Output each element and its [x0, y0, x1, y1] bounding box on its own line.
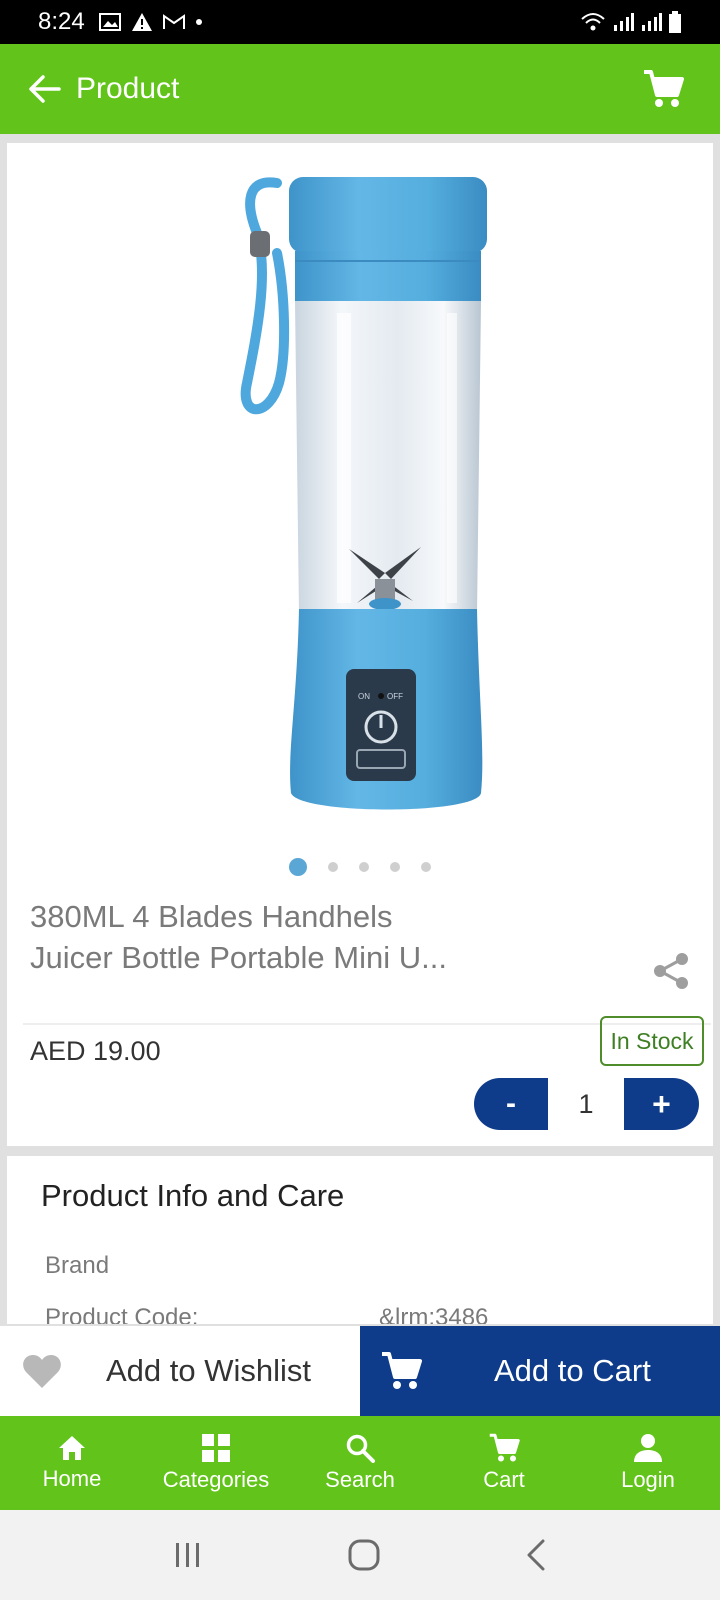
pager-dot-5[interactable] — [421, 862, 431, 872]
person-icon — [634, 1434, 662, 1462]
product-title-line1: 380ML 4 Blades Handhels — [30, 899, 393, 934]
product-card: ON OFF — [7, 143, 713, 1146]
bottom-navigation: Home Categories Search Cart Login — [0, 1416, 720, 1510]
wifi-icon — [581, 13, 605, 31]
nav-item-cart[interactable]: Cart — [432, 1416, 576, 1510]
warning-icon — [131, 13, 152, 31]
svg-text:ON: ON — [358, 692, 370, 701]
nav-label-login: Login — [621, 1467, 675, 1492]
svg-text:OFF: OFF — [387, 692, 403, 701]
search-icon — [346, 1434, 375, 1463]
nav-label-home: Home — [42, 1466, 102, 1491]
info-heading: Product Info and Care — [41, 1178, 345, 1213]
app-bar: Product — [0, 44, 720, 134]
status-time: 8:24 — [38, 8, 85, 35]
product-price: AED 19.00 — [30, 1036, 161, 1066]
product-title: 380ML 4 Blades Handhels Juicer Bottle Po… — [30, 896, 490, 978]
pager-dot-3[interactable] — [359, 862, 369, 872]
quantity-decrease-button[interactable]: - — [474, 1078, 548, 1130]
cart-icon — [489, 1433, 520, 1462]
wishlist-label: Add to Wishlist — [106, 1353, 312, 1388]
nav-item-login[interactable]: Login — [576, 1416, 720, 1510]
quantity-increase-button[interactable]: + — [624, 1078, 699, 1130]
dot-icon — [195, 19, 202, 25]
info-value-product-code: &lrm;3486 — [379, 1304, 489, 1324]
signal-icon — [614, 13, 634, 31]
pager-dot-2[interactable] — [328, 862, 338, 872]
nav-item-categories[interactable]: Categories — [144, 1416, 288, 1510]
share-icon[interactable] — [652, 952, 690, 990]
image-icon — [98, 13, 121, 31]
pager-dot-4[interactable] — [390, 862, 400, 872]
grid-icon — [202, 1434, 230, 1462]
system-navigation-bar — [0, 1510, 720, 1600]
add-to-cart-button[interactable]: Add to Cart — [360, 1326, 720, 1416]
home-icon — [59, 1436, 85, 1460]
gmail-icon — [162, 14, 185, 29]
status-bar: 8:24 — [0, 0, 720, 44]
nav-label-cart: Cart — [483, 1467, 525, 1492]
battery-icon — [669, 11, 681, 33]
quantity-value[interactable]: 1 — [550, 1078, 622, 1130]
product-title-line2: Juicer Bottle Portable Mini U... — [30, 940, 447, 975]
action-bar: Add to Wishlist Add to Cart — [0, 1326, 720, 1416]
nav-item-search[interactable]: Search — [288, 1416, 432, 1510]
system-status-icons — [580, 11, 682, 33]
page-title: Product — [76, 72, 180, 105]
image-pager-dots[interactable] — [0, 858, 720, 876]
nav-item-home[interactable]: Home — [0, 1416, 144, 1510]
signal-icon-2 — [642, 13, 662, 31]
info-label-brand: Brand — [45, 1252, 110, 1279]
home-button-icon[interactable] — [348, 1539, 380, 1571]
stock-status-badge: In Stock — [600, 1016, 704, 1066]
pager-dot-1[interactable] — [289, 858, 307, 876]
add-to-wishlist-button[interactable]: Add to Wishlist — [0, 1326, 360, 1416]
cart-icon — [382, 1352, 422, 1389]
info-label-product-code: Product Code: — [45, 1304, 199, 1324]
product-image[interactable]: ON OFF — [7, 143, 713, 843]
nav-label-categories: Categories — [162, 1467, 270, 1492]
notification-icons — [98, 12, 203, 32]
nav-label-search: Search — [325, 1467, 395, 1492]
add-to-cart-label: Add to Cart — [494, 1353, 651, 1388]
heart-icon — [23, 1355, 61, 1388]
recent-apps-icon[interactable] — [173, 1542, 203, 1568]
back-button-icon[interactable] — [525, 1539, 547, 1571]
product-info-card: Product Info and Care Brand Product Code… — [7, 1156, 713, 1324]
back-arrow-icon[interactable] — [28, 74, 62, 104]
shopping-cart-icon[interactable] — [642, 69, 684, 109]
